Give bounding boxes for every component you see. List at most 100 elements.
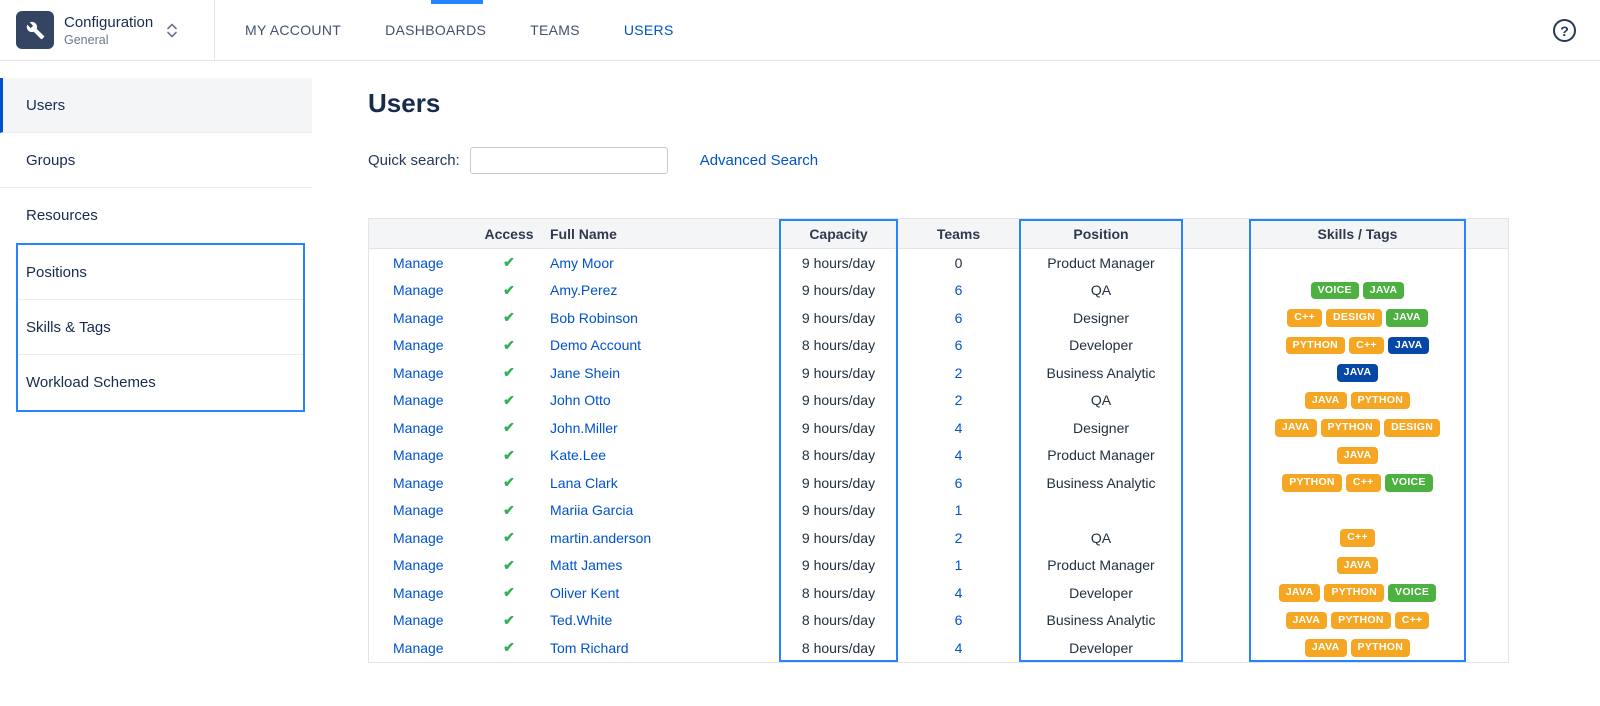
manage-link[interactable]: Manage	[393, 447, 444, 463]
access-cell: ✔	[474, 634, 544, 662]
nav-teams[interactable]: TEAMS	[530, 22, 580, 38]
manage-link[interactable]: Manage	[393, 365, 444, 381]
user-name-link[interactable]: Amy Moor	[550, 255, 614, 271]
user-name-link[interactable]: martin.anderson	[550, 530, 651, 546]
skill-tag: C++	[1395, 612, 1430, 630]
user-name-link[interactable]: John.Miller	[550, 420, 618, 436]
capacity-cell: 9 hours/day	[781, 414, 896, 442]
sidebar-item-groups[interactable]: Groups	[0, 133, 312, 188]
user-name-link[interactable]: Amy.Perez	[550, 282, 617, 298]
trailing-cell	[1464, 332, 1508, 360]
nav-dashboards[interactable]: DASHBOARDS	[385, 22, 486, 38]
manage-link[interactable]: Manage	[393, 255, 444, 271]
table-row: Manage✔Amy Moor9 hours/day0Product Manag…	[369, 249, 1508, 277]
manage-link[interactable]: Manage	[393, 612, 444, 628]
teams-count-link[interactable]: 4	[955, 447, 963, 463]
teams-count-link[interactable]: 1	[955, 557, 963, 573]
table-row: Manage✔John.Miller9 hours/day4DesignerJA…	[369, 414, 1508, 442]
quick-search-input[interactable]	[470, 147, 668, 174]
advanced-search-link[interactable]: Advanced Search	[700, 152, 818, 169]
user-name-link[interactable]: John Otto	[550, 392, 611, 408]
user-name-link[interactable]: Matt James	[550, 557, 622, 573]
skill-tag: PYTHON	[1351, 639, 1411, 657]
page-title: Users	[368, 88, 1558, 119]
nav-users[interactable]: USERS	[624, 22, 674, 38]
capacity-cell: 8 hours/day	[781, 634, 896, 662]
teams-count-link[interactable]: 6	[955, 475, 963, 491]
teams-count-link[interactable]: 2	[955, 530, 963, 546]
teams-count-link[interactable]: 6	[955, 282, 963, 298]
spacer-cell	[1181, 359, 1251, 387]
table-row: Manage✔Lana Clark9 hours/day6Business An…	[369, 469, 1508, 497]
fullname-cell: Bob Robinson	[544, 304, 781, 332]
capacity-cell: 9 hours/day	[781, 387, 896, 415]
header-access: Access	[474, 219, 544, 248]
spacer-cell	[1181, 332, 1251, 360]
manage-link[interactable]: Manage	[393, 392, 444, 408]
access-cell: ✔	[474, 442, 544, 470]
teams-cell: 1	[896, 552, 1021, 580]
manage-link[interactable]: Manage	[393, 502, 444, 518]
sidebar-item-workload-schemes[interactable]: Workload Schemes	[18, 355, 303, 410]
teams-cell: 6	[896, 607, 1021, 635]
tags-cell: JAVAPYTHON	[1251, 387, 1464, 415]
nav-my-account[interactable]: MY ACCOUNT	[245, 22, 341, 38]
manage-link[interactable]: Manage	[393, 640, 444, 656]
user-name-link[interactable]: Mariia Garcia	[550, 502, 633, 518]
tags-cell: C++	[1251, 524, 1464, 552]
teams-count-link[interactable]: 2	[955, 365, 963, 381]
sidebar-item-resources[interactable]: Resources	[0, 188, 312, 243]
access-cell: ✔	[474, 249, 544, 277]
user-name-link[interactable]: Tom Richard	[550, 640, 629, 656]
table-row: Manage✔Bob Robinson9 hours/day6DesignerC…	[369, 304, 1508, 332]
teams-count-link[interactable]: 6	[955, 310, 963, 326]
access-check-icon: ✔	[503, 282, 515, 299]
sidebar-item-positions[interactable]: Positions	[18, 245, 303, 300]
manage-link[interactable]: Manage	[393, 530, 444, 546]
header-teams: Teams	[896, 219, 1021, 248]
table-row: Manage✔Amy.Perez9 hours/day6QAVOICEJAVA	[369, 277, 1508, 305]
manage-link[interactable]: Manage	[393, 310, 444, 326]
app-switcher[interactable]: Configuration General	[0, 11, 214, 49]
teams-count-link[interactable]: 2	[955, 392, 963, 408]
teams-count-link[interactable]: 4	[955, 585, 963, 601]
wrench-icon	[16, 11, 54, 49]
spacer-cell	[1181, 304, 1251, 332]
teams-count-link[interactable]: 4	[955, 640, 963, 656]
manage-link[interactable]: Manage	[393, 475, 444, 491]
capacity-cell: 9 hours/day	[781, 277, 896, 305]
help-button[interactable]: ?	[1553, 19, 1576, 42]
access-check-icon: ✔	[503, 557, 515, 574]
teams-count-link[interactable]: 6	[955, 337, 963, 353]
chevron-updown-icon[interactable]	[165, 22, 179, 39]
capacity-cell: 9 hours/day	[781, 552, 896, 580]
position-cell: Business Analytic	[1021, 359, 1181, 387]
app-title: Configuration	[64, 14, 153, 31]
user-name-link[interactable]: Bob Robinson	[550, 310, 638, 326]
user-name-link[interactable]: Demo Account	[550, 337, 641, 353]
user-name-link[interactable]: Jane Shein	[550, 365, 620, 381]
user-name-link[interactable]: Ted.White	[550, 612, 612, 628]
access-check-icon: ✔	[503, 502, 515, 519]
teams-count-link[interactable]: 4	[955, 420, 963, 436]
user-name-link[interactable]: Kate.Lee	[550, 447, 606, 463]
manage-link[interactable]: Manage	[393, 337, 444, 353]
capacity-cell: 9 hours/day	[781, 359, 896, 387]
teams-count-link[interactable]: 1	[955, 502, 963, 518]
manage-link[interactable]: Manage	[393, 585, 444, 601]
fullname-cell: John.Miller	[544, 414, 781, 442]
trailing-cell	[1464, 469, 1508, 497]
sidebar-item-users[interactable]: Users	[0, 78, 312, 133]
trailing-cell	[1464, 579, 1508, 607]
manage-link[interactable]: Manage	[393, 282, 444, 298]
sidebar-item-skills-tags[interactable]: Skills & Tags	[18, 300, 303, 355]
teams-count-link[interactable]: 6	[955, 612, 963, 628]
manage-link[interactable]: Manage	[393, 557, 444, 573]
user-name-link[interactable]: Oliver Kent	[550, 585, 619, 601]
access-cell: ✔	[474, 414, 544, 442]
manage-link[interactable]: Manage	[393, 420, 444, 436]
spacer-cell	[1181, 607, 1251, 635]
capacity-cell: 9 hours/day	[781, 524, 896, 552]
user-name-link[interactable]: Lana Clark	[550, 475, 618, 491]
sidebar-item-label: Users	[26, 97, 65, 114]
